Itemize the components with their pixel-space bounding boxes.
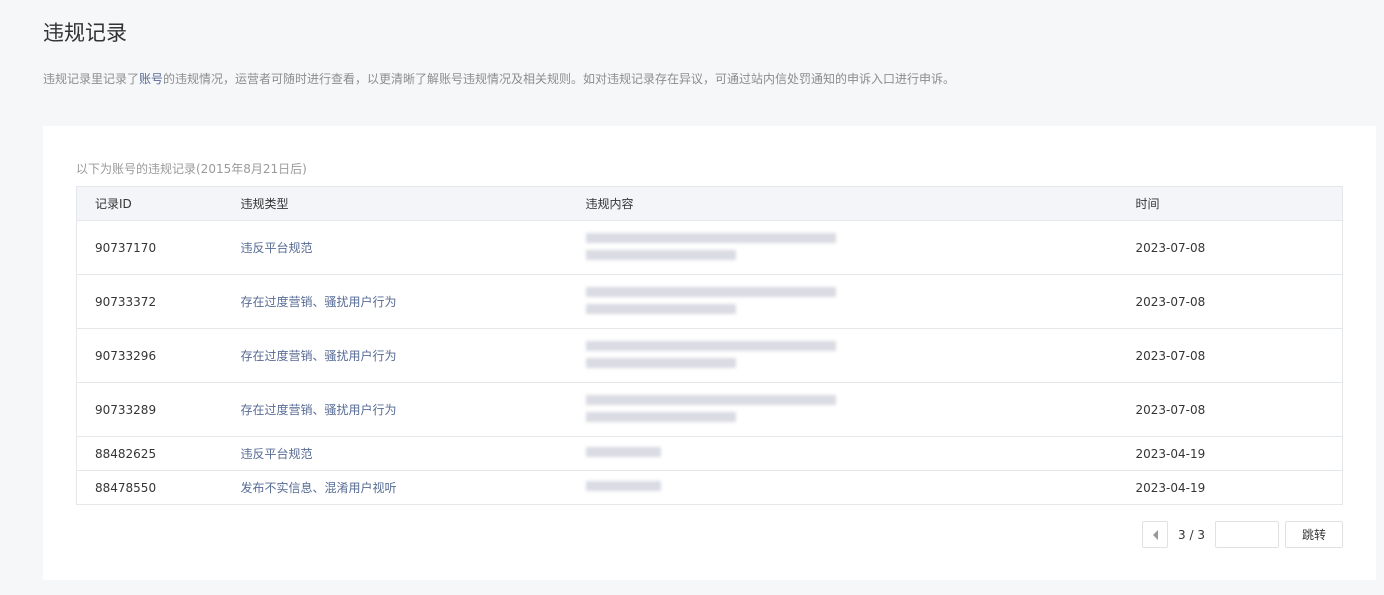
page-jump-input[interactable]: [1215, 521, 1279, 548]
violation-type: 存在过度营销、骚扰用户行为: [240, 382, 586, 437]
header-id: 记录ID: [76, 186, 241, 221]
record-id: 90733289: [76, 382, 241, 437]
prev-page-button[interactable]: [1142, 521, 1169, 548]
table-row: 88478550 发布不实信息、混淆用户视听 2023-04-19: [76, 470, 1343, 505]
violation-content-redacted: [585, 436, 1136, 471]
violation-type: 存在过度营销、骚扰用户行为: [240, 328, 586, 383]
records-table: 记录ID 违规类型 违规内容 时间 90737170 违反平台规范 2023-0…: [76, 186, 1343, 505]
record-id: 88482625: [76, 436, 241, 471]
desc-text: 的违规情况，运营者可随时进行查看，以更清晰了解账号违规情况及相关规则。如对违规记…: [163, 72, 956, 86]
record-time: 2023-07-08: [1135, 274, 1343, 329]
header-type: 违规类型: [240, 186, 586, 221]
table-row: 90737170 违反平台规范 2023-07-08: [76, 220, 1343, 275]
violation-content-redacted: [585, 274, 1136, 329]
violation-content-redacted: [585, 328, 1136, 383]
record-time: 2023-04-19: [1135, 470, 1343, 505]
page-title: 违规记录: [43, 21, 127, 45]
chevron-left-icon: [1152, 529, 1158, 540]
table-row: 90733289 存在过度营销、骚扰用户行为 2023-07-08: [76, 382, 1343, 437]
record-time: 2023-07-08: [1135, 328, 1343, 383]
table-row: 90733296 存在过度营销、骚扰用户行为 2023-07-08: [76, 328, 1343, 383]
page-indicator: 3 / 3: [1178, 527, 1205, 542]
violation-type: 违反平台规范: [240, 436, 586, 471]
record-id: 88478550: [76, 470, 241, 505]
violation-content-redacted: [585, 470, 1136, 505]
desc-highlight: 账号: [139, 72, 164, 86]
desc-text: 违规记录里记录了: [43, 72, 140, 86]
table-row: 90733372 存在过度营销、骚扰用户行为 2023-07-08: [76, 274, 1343, 329]
violation-content-redacted: [585, 220, 1136, 275]
violation-type: 存在过度营销、骚扰用户行为: [240, 274, 586, 329]
record-id: 90733296: [76, 328, 241, 383]
records-subtitle: 以下为账号的违规记录(2015年8月21日后): [76, 162, 307, 176]
page-description: 违规记录里记录了账号的违规情况，运营者可随时进行查看，以更清晰了解账号违规情况及…: [43, 70, 955, 87]
violation-type: 违反平台规范: [240, 220, 586, 275]
violation-content-redacted: [585, 382, 1136, 437]
violation-type: 发布不实信息、混淆用户视听: [240, 470, 586, 505]
record-time: 2023-04-19: [1135, 436, 1343, 471]
record-time: 2023-07-08: [1135, 382, 1343, 437]
header-content: 违规内容: [585, 186, 1136, 221]
record-id: 90737170: [76, 220, 241, 275]
record-time: 2023-07-08: [1135, 220, 1343, 275]
record-id: 90733372: [76, 274, 241, 329]
pagination: 3 / 3 跳转: [1142, 521, 1343, 548]
records-card: 以下为账号的违规记录(2015年8月21日后) 记录ID 违规类型 违规内容 时…: [43, 126, 1376, 580]
table-row: 88482625 违反平台规范 2023-04-19: [76, 436, 1343, 471]
header-time: 时间: [1135, 186, 1343, 221]
jump-button[interactable]: 跳转: [1285, 521, 1343, 548]
